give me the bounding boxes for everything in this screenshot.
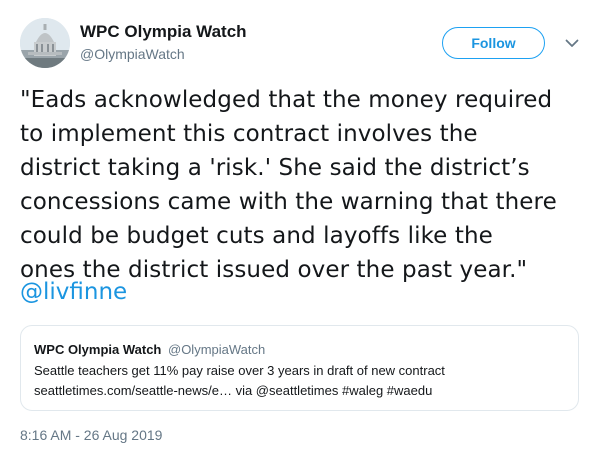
author-name[interactable]: WPC Olympia Watch [80,22,247,42]
tweet-card: WPC Olympia Watch @OlympiaWatch Follow "… [0,0,610,449]
avatar[interactable] [20,18,70,68]
mention-link[interactable]: @livfinne [20,275,127,309]
quoted-tweet-card[interactable]: WPC Olympia Watch @OlympiaWatch Seattle … [20,325,579,411]
author-handle[interactable]: @OlympiaWatch [80,46,185,62]
quoted-author-name: WPC Olympia Watch [34,342,162,357]
tweet-text-line: "Eads acknowledged that the money requir… [20,87,553,113]
chevron-down-icon [565,39,579,47]
tweet-text-line: district taking a 'risk.' She said the d… [20,155,530,181]
quoted-tweet-link-line: seattletimes.com/seattle-news/e… via @se… [34,383,433,398]
quoted-tweet-text: Seattle teachers get 11% pay raise over … [34,363,445,378]
quoted-author-handle: @OlympiaWatch [168,342,266,357]
tweet-timestamp[interactable]: 8:16 AM - 26 Aug 2019 [20,427,162,443]
tweet-menu-button[interactable] [562,35,582,51]
tweet-text-line: could be budget cuts and layoffs like th… [20,223,493,249]
tweet-text: "Eads acknowledged that the money requir… [20,83,595,287]
follow-button[interactable]: Follow [442,27,545,59]
tweet-text-line: to implement this contract involves the [20,121,478,147]
capitol-dome-image [20,18,70,68]
tweet-text-line: concessions came with the warning that t… [20,189,557,215]
quoted-tweet-header: WPC Olympia Watch @OlympiaWatch [34,342,265,357]
